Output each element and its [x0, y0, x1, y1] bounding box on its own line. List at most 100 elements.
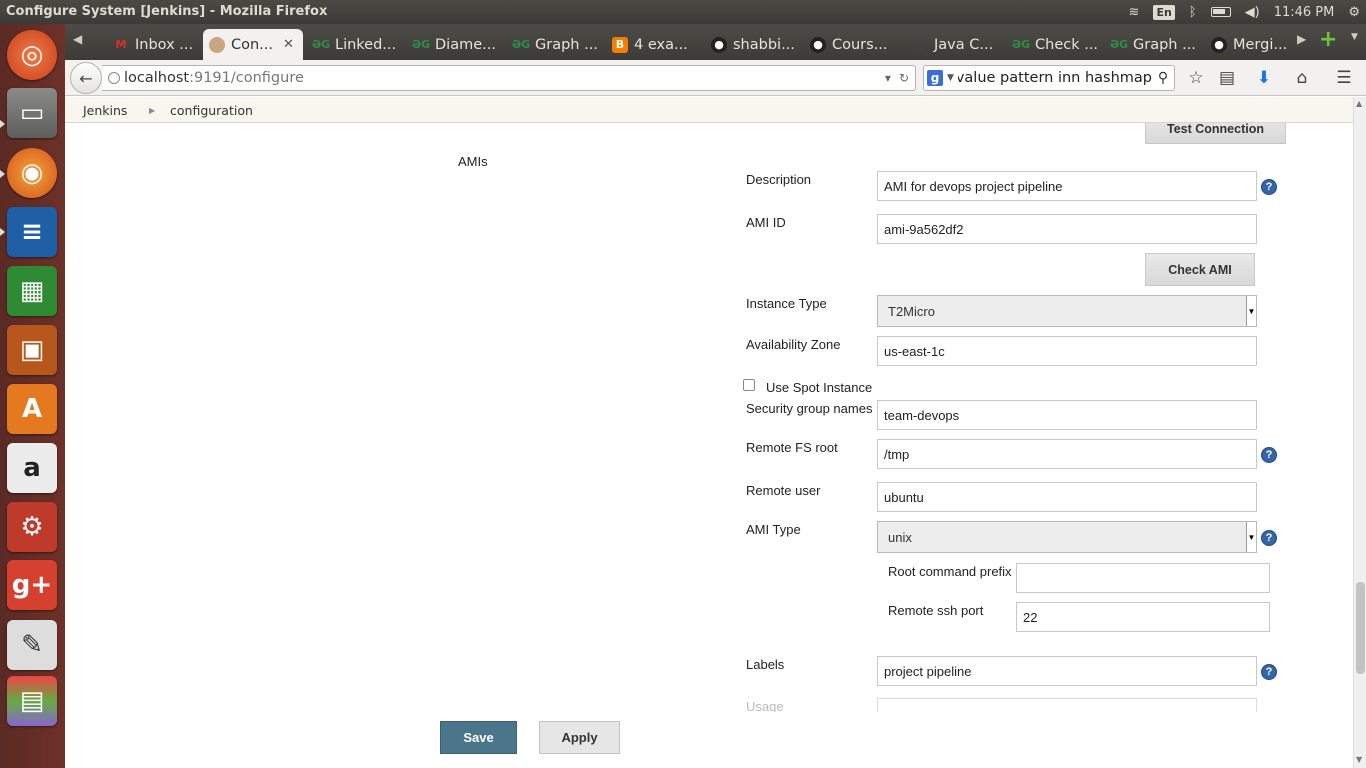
tab-java[interactable]: T Java C...	[906, 29, 1002, 60]
google-search-engine-icon[interactable]: g	[927, 70, 943, 86]
geeksforgeeks-icon: ƏG	[1109, 38, 1129, 51]
text-editor-icon[interactable]: ✎	[7, 620, 57, 670]
security-group-field[interactable]: team-devops	[877, 400, 1257, 430]
check-ami-button[interactable]: Check AMI	[1145, 253, 1255, 286]
tabs-scroll-right-icon[interactable]: ▶	[1297, 32, 1306, 46]
tab-label: Inbox ...	[135, 36, 194, 53]
jenkins-icon	[209, 36, 225, 53]
geeksforgeeks-icon: ƏG	[1011, 38, 1031, 51]
save-button[interactable]: Save	[440, 721, 517, 754]
keyboard-indicator[interactable]: En	[1153, 4, 1175, 20]
availability-zone-label: Availability Zone	[746, 337, 841, 352]
amazon-icon[interactable]: a	[7, 443, 57, 493]
libreoffice-impress-icon[interactable]: ▣	[7, 325, 57, 375]
remote-ssh-port-field[interactable]: 22	[1016, 602, 1270, 632]
scroll-down-icon[interactable]: ▼	[1356, 755, 1362, 764]
use-spot-instance-label[interactable]: Use Spot Instance	[766, 380, 872, 395]
tab-shabbir[interactable]: ● shabbi...	[705, 29, 805, 60]
tabs-scroll-left-icon[interactable]: ◀	[73, 32, 82, 46]
labels-help-icon[interactable]: ?	[1261, 664, 1277, 680]
running-indicator	[0, 120, 5, 128]
google-plus-icon[interactable]: g+	[7, 560, 57, 610]
settings-gear-icon[interactable]: ⚙	[1348, 5, 1360, 20]
availability-zone-field[interactable]: us-east-1c	[877, 336, 1257, 366]
tab-strip: ◀ M Inbox ... Con... ✕ ƏG Linked... ƏG D…	[65, 24, 1366, 60]
tab-linked[interactable]: ƏG Linked...	[307, 29, 403, 60]
ami-type-select[interactable]: unix ▼	[877, 521, 1257, 553]
description-field[interactable]: AMI for devops project pipeline	[877, 171, 1257, 201]
chevron-down-icon[interactable]: ▼	[1246, 522, 1256, 552]
ami-id-field[interactable]: ami-9a562df2	[877, 214, 1257, 244]
tab-configure-active[interactable]: Con... ✕	[203, 29, 303, 60]
labels-field[interactable]: project pipeline	[877, 656, 1257, 686]
software-center-icon[interactable]: A	[7, 384, 57, 434]
workspace-switcher-icon[interactable]: ▤	[7, 676, 57, 726]
firefox-icon[interactable]: ◉	[7, 148, 57, 198]
bluetooth-icon[interactable]: ᛒ	[1189, 5, 1197, 20]
close-tab-icon[interactable]: ✕	[283, 37, 294, 52]
tab-graph-2[interactable]: ƏG Graph ...	[1105, 29, 1201, 60]
search-engine-dropdown-icon[interactable]: ▼	[947, 73, 954, 83]
volume-icon[interactable]: ◀)	[1245, 5, 1260, 20]
libreoffice-calc-icon[interactable]: ▦	[7, 266, 57, 316]
downloads-icon[interactable]: ⬇	[1252, 66, 1276, 90]
tab-label: 4 exa...	[634, 36, 688, 53]
tab-list-icon[interactable]: ▼	[1351, 32, 1358, 42]
ami-id-label: AMI ID	[746, 215, 786, 230]
search-query[interactable]: ro value pattern inn hashmap	[958, 70, 1152, 86]
text-icon: T	[914, 35, 925, 54]
menu-icon[interactable]: ☰	[1332, 66, 1356, 90]
url-dropdown-icon[interactable]: ▾	[885, 71, 891, 85]
system-settings-icon[interactable]: ⚙	[7, 502, 57, 552]
tab-courses[interactable]: ● Cours...	[804, 29, 904, 60]
chevron-down-icon[interactable]: ▼	[1246, 296, 1256, 326]
tab-check[interactable]: ƏG Check ...	[1007, 29, 1103, 60]
tab-merging[interactable]: ● Mergi...	[1205, 29, 1297, 60]
scroll-up-icon[interactable]: ▲	[1356, 99, 1362, 108]
globe-icon	[108, 72, 120, 84]
remote-user-label: Remote user	[746, 483, 821, 498]
url-text[interactable]: localhost:9191/configure	[124, 70, 885, 86]
scrollbar-thumb[interactable]	[1356, 582, 1365, 674]
url-bar[interactable]: localhost:9191/configure ▾ ↻	[102, 65, 916, 91]
breadcrumb-separator-icon: ▶	[149, 106, 156, 115]
apply-button[interactable]: Apply	[539, 721, 620, 754]
window-title: Configure System [Jenkins] - Mozilla Fir…	[6, 4, 328, 19]
tab-examples[interactable]: B 4 exa...	[606, 29, 702, 60]
ami-type-value: unix	[888, 529, 912, 545]
remote-fs-root-field[interactable]: /tmp	[877, 439, 1257, 469]
battery-icon[interactable]	[1210, 7, 1231, 17]
breadcrumb-configuration[interactable]: configuration	[170, 103, 253, 118]
back-arrow-icon[interactable]: ←	[70, 62, 102, 94]
wifi-icon[interactable]: ≋	[1129, 5, 1140, 20]
page-scrollbar[interactable]: ▲ ▼	[1353, 97, 1366, 768]
breadcrumb: Jenkins ▶ configuration	[65, 97, 1353, 123]
instance-type-select[interactable]: T2Micro ▼	[877, 295, 1257, 327]
url-host: localhost	[124, 70, 190, 86]
use-spot-instance-checkbox[interactable]	[743, 379, 755, 391]
clock[interactable]: 11:46 PM	[1274, 5, 1335, 20]
description-help-icon[interactable]: ?	[1261, 179, 1277, 195]
reload-icon[interactable]: ↻	[899, 71, 909, 85]
geeksforgeeks-icon: ƏG	[511, 38, 531, 51]
ubuntu-dash-icon[interactable]: ◎	[7, 30, 57, 80]
root-command-prefix-field[interactable]	[1016, 563, 1270, 593]
bookmarks-menu-icon[interactable]: ▤	[1215, 66, 1239, 90]
bookmark-star-icon[interactable]: ☆	[1184, 66, 1208, 90]
test-connection-button[interactable]: Test Connection	[1145, 123, 1286, 144]
libreoffice-writer-icon[interactable]: ≡	[7, 207, 57, 257]
tab-graph[interactable]: ƏG Graph ...	[507, 29, 603, 60]
tab-diameter[interactable]: ƏG Diame...	[407, 29, 503, 60]
instance-type-label: Instance Type	[746, 296, 827, 311]
ami-type-help-icon[interactable]: ?	[1261, 530, 1277, 546]
search-bar[interactable]: g ▼ ro value pattern inn hashmap ⚲	[923, 65, 1175, 91]
tab-label: Linked...	[335, 36, 397, 53]
new-tab-icon[interactable]: +	[1319, 27, 1337, 52]
tab-gmail[interactable]: M Inbox ...	[107, 29, 197, 60]
files-icon[interactable]: ▭	[7, 88, 57, 138]
search-icon[interactable]: ⚲	[1152, 70, 1174, 86]
breadcrumb-jenkins[interactable]: Jenkins	[83, 103, 127, 118]
remote-user-field[interactable]: ubuntu	[877, 482, 1257, 512]
remote-fs-help-icon[interactable]: ?	[1261, 447, 1277, 463]
home-icon[interactable]: ⌂	[1290, 66, 1314, 90]
